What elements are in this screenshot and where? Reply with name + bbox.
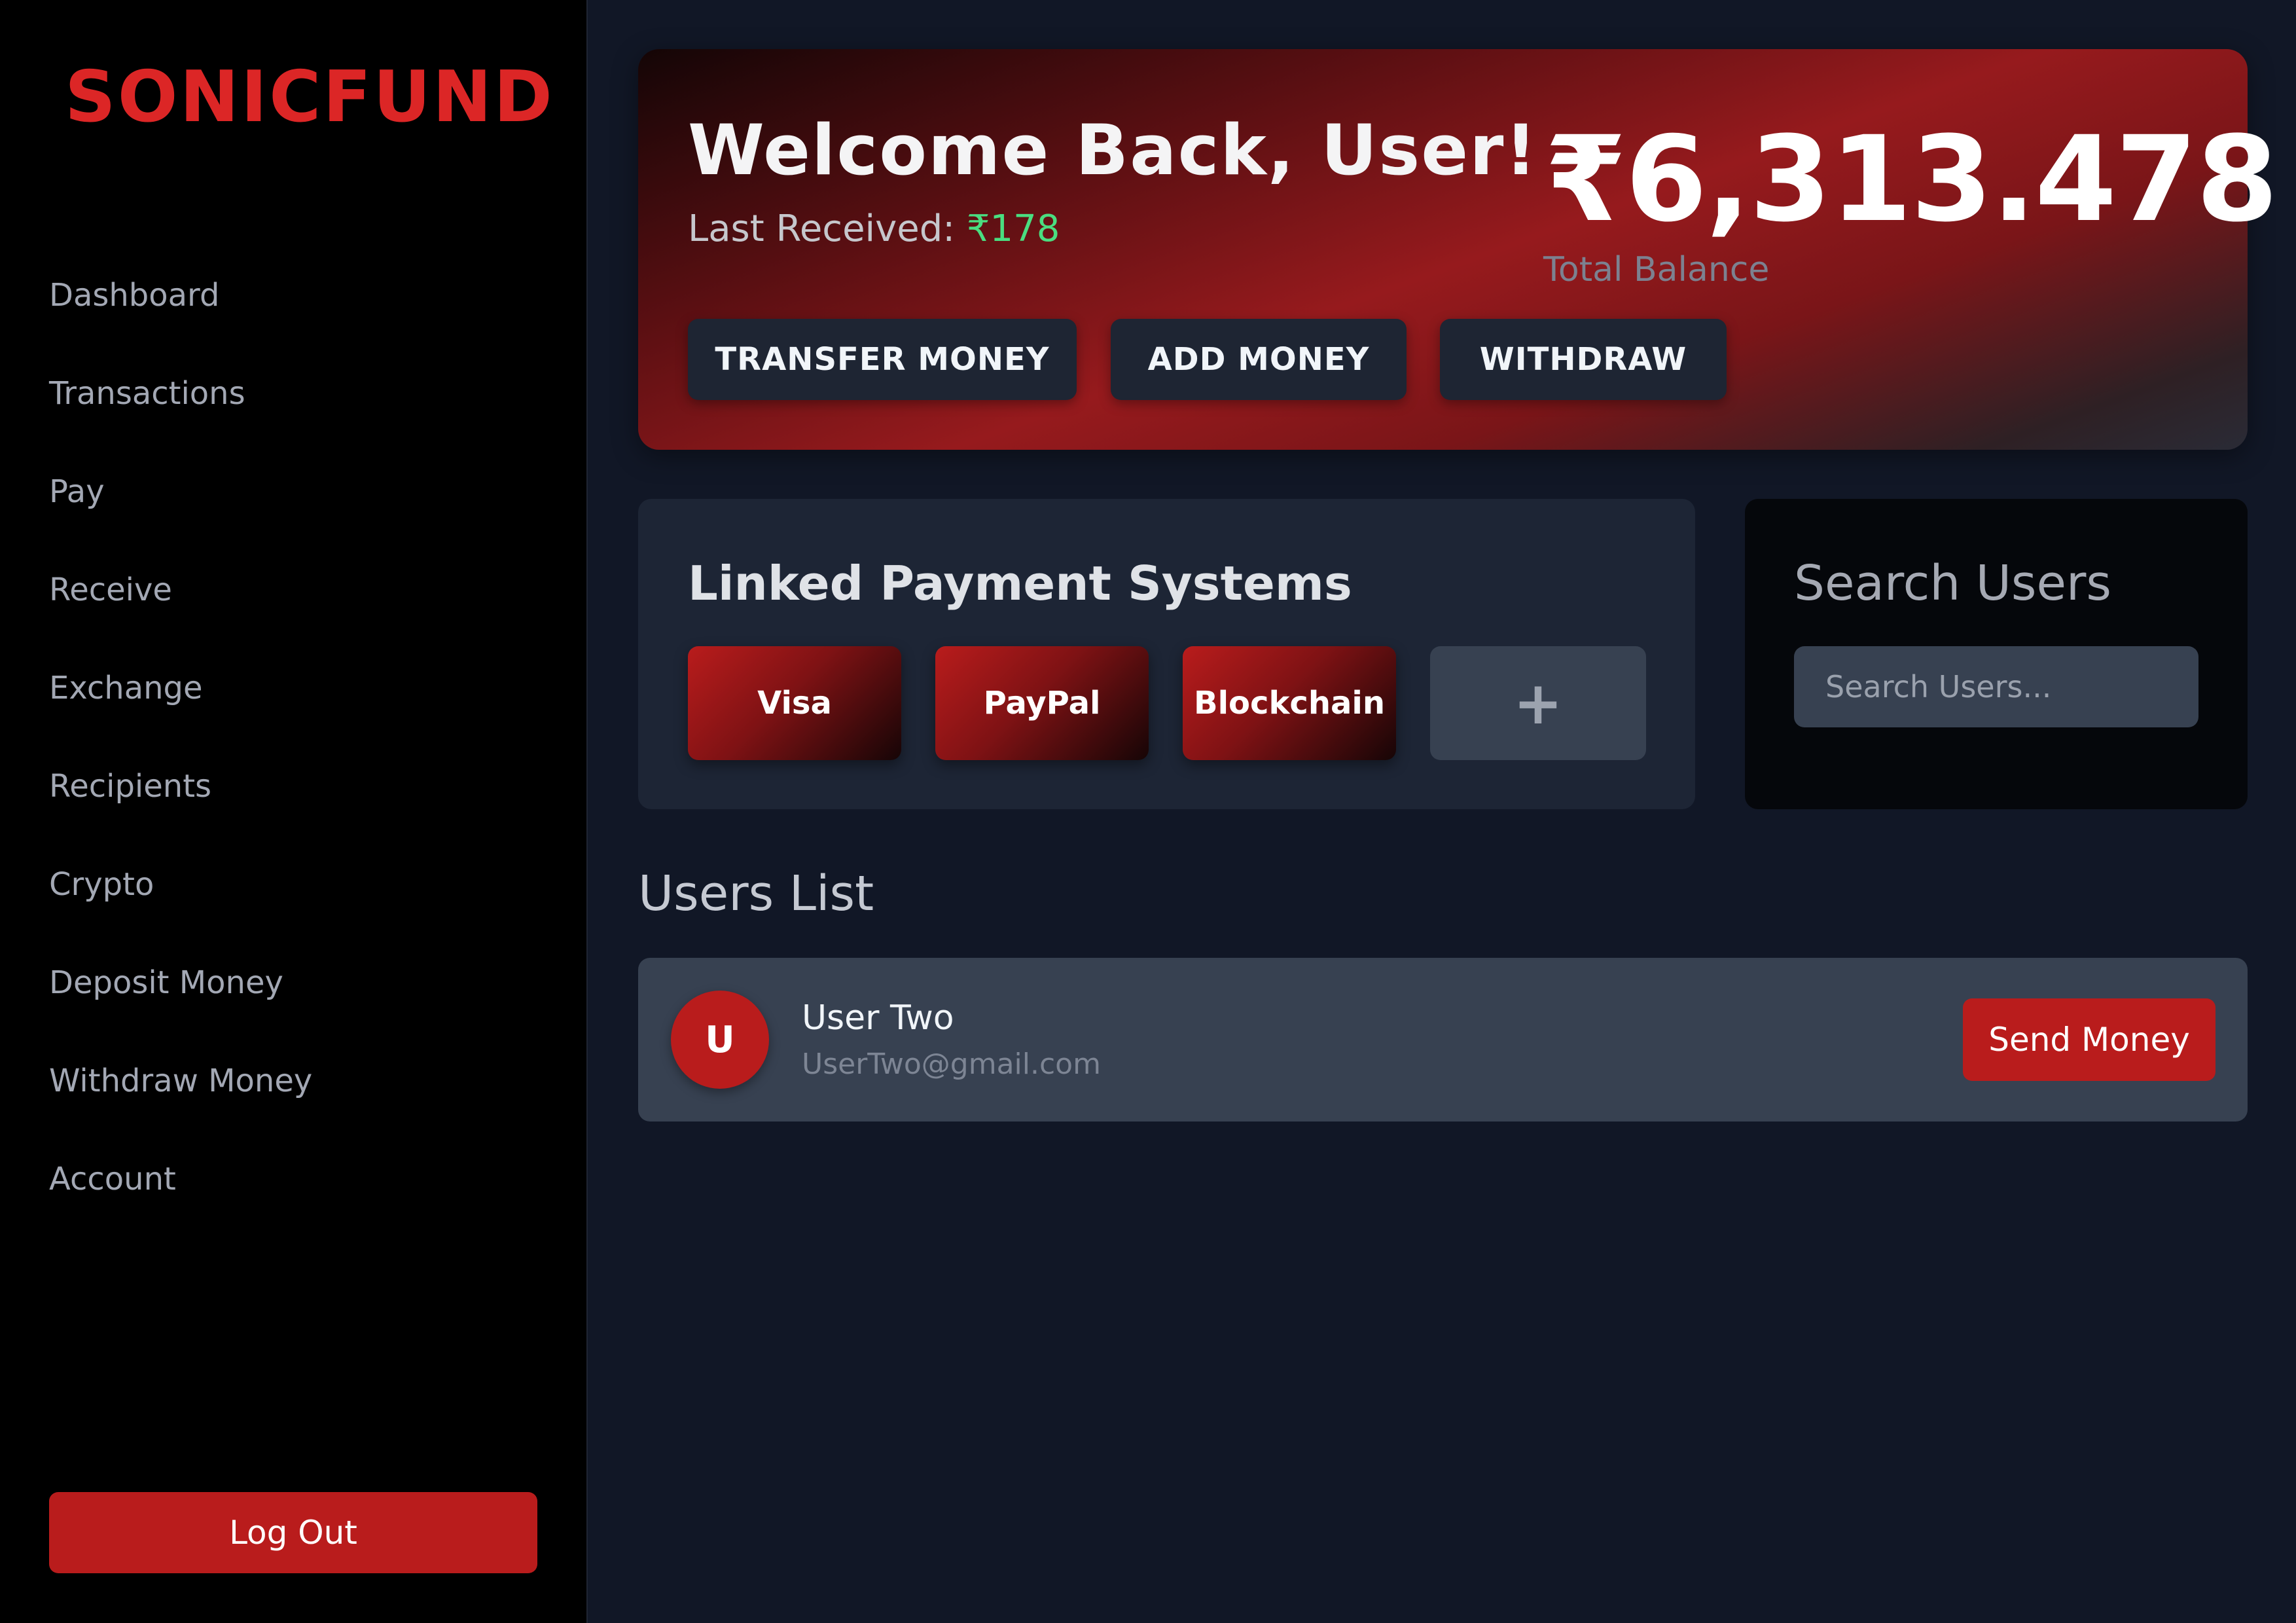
visa-button[interactable]: Visa xyxy=(688,646,901,760)
add-payment-system-button[interactable]: + xyxy=(1430,646,1646,760)
search-users-card: Search Users xyxy=(1745,499,2248,809)
welcome-heading: Welcome Back, User! xyxy=(688,110,1538,191)
sidebar-item-receive[interactable]: Receive xyxy=(49,541,312,639)
logout-button[interactable]: Log Out xyxy=(49,1492,537,1573)
app-logo[interactable]: SONICFUND xyxy=(65,55,554,140)
sidebar-item-withdraw-money[interactable]: Withdraw Money xyxy=(49,1032,312,1130)
linked-payment-systems-title: Linked Payment Systems xyxy=(688,556,1352,611)
last-received-amount: ₹178 xyxy=(966,208,1060,250)
plus-icon: + xyxy=(1513,668,1563,738)
sidebar-item-transactions[interactable]: Transactions xyxy=(49,344,312,443)
sidebar-item-pay[interactable]: Pay xyxy=(49,443,312,541)
search-users-input[interactable] xyxy=(1794,646,2198,727)
last-received: Last Received: ₹178 xyxy=(688,206,1060,252)
balance-hero-card: Welcome Back, User! Last Received: ₹178 … xyxy=(638,49,2278,450)
transfer-money-button[interactable]: TRANSFER MONEY xyxy=(688,319,1077,400)
linked-payment-systems-card: Linked Payment Systems Visa PayPal Block… xyxy=(638,499,1695,809)
add-money-button[interactable]: ADD MONEY xyxy=(1111,319,1407,400)
total-balance-label: Total Balance xyxy=(1543,250,1770,289)
blockchain-button[interactable]: Blockchain xyxy=(1183,646,1396,760)
users-list-title: Users List xyxy=(638,866,874,922)
sidebar-item-recipients[interactable]: Recipients xyxy=(49,737,312,835)
sidebar-item-account[interactable]: Account xyxy=(49,1130,312,1228)
user-name: User Two xyxy=(802,998,954,1038)
sidebar-item-exchange[interactable]: Exchange xyxy=(49,639,312,737)
sidebar-item-dashboard[interactable]: Dashboard xyxy=(49,246,312,344)
paypal-button[interactable]: PayPal xyxy=(935,646,1149,760)
search-users-title: Search Users xyxy=(1794,555,2111,611)
sidebar-item-deposit-money[interactable]: Deposit Money xyxy=(49,934,312,1032)
sidebar-nav: Dashboard Transactions Pay Receive Excha… xyxy=(49,246,312,1228)
total-balance-value: ₹6,313.478 xyxy=(1545,111,2278,248)
last-received-label: Last Received: xyxy=(688,208,956,250)
user-email: UserTwo@gmail.com xyxy=(802,1048,1101,1081)
list-item: U User Two UserTwo@gmail.com Send Money xyxy=(638,958,2248,1122)
sidebar: SONICFUND Dashboard Transactions Pay Rec… xyxy=(0,0,588,1623)
sidebar-item-crypto[interactable]: Crypto xyxy=(49,835,312,934)
withdraw-button[interactable]: WITHDRAW xyxy=(1440,319,1727,400)
avatar: U xyxy=(671,991,769,1089)
send-money-button[interactable]: Send Money xyxy=(1963,998,2215,1081)
